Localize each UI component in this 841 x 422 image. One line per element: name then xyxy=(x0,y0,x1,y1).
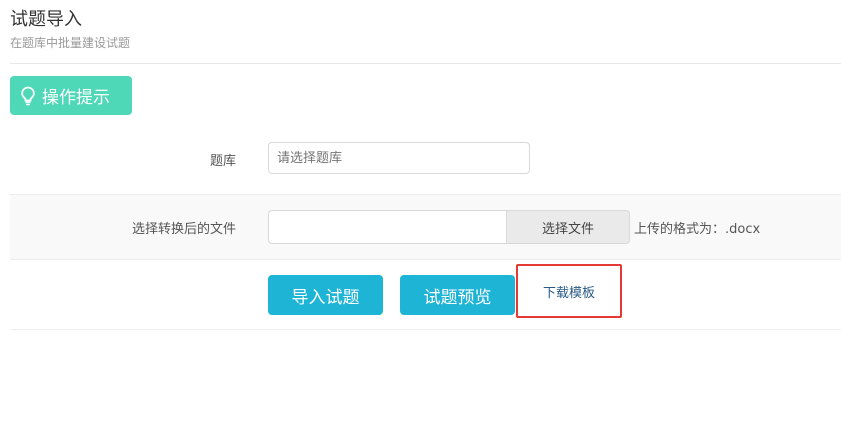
preview-questions-button[interactable]: 试题预览 xyxy=(400,275,515,315)
page-title: 试题导入 xyxy=(10,9,82,30)
file-label: 选择转换后的文件 xyxy=(131,222,236,237)
question-bank-row: 题库 xyxy=(10,128,841,194)
format-hint: 上传的格式为：.docx xyxy=(634,222,761,237)
operation-tips-button[interactable]: 操作提示 xyxy=(10,76,132,115)
choose-file-button[interactable]: 选择文件 xyxy=(506,210,630,244)
page-subtitle: 在题库中批量建设试题 xyxy=(10,36,131,50)
page-header: 试题导入 在题库中批量建设试题 xyxy=(10,8,841,52)
file-path-field[interactable] xyxy=(268,210,506,244)
operation-tips-label: 操作提示 xyxy=(42,88,110,108)
download-template-link[interactable]: 下载模板 xyxy=(516,264,622,318)
import-questions-button[interactable]: 导入试题 xyxy=(268,275,383,315)
lightbulb-icon xyxy=(20,86,36,106)
file-picker: 选择文件 xyxy=(268,210,630,244)
file-row: 选择转换后的文件 选择文件 上传的格式为：.docx xyxy=(10,194,841,260)
question-bank-label: 题库 xyxy=(209,154,236,169)
actions-row: 导入试题 试题预览 下载模板 xyxy=(10,260,841,330)
question-bank-select[interactable] xyxy=(268,142,530,174)
header-divider xyxy=(10,63,841,64)
